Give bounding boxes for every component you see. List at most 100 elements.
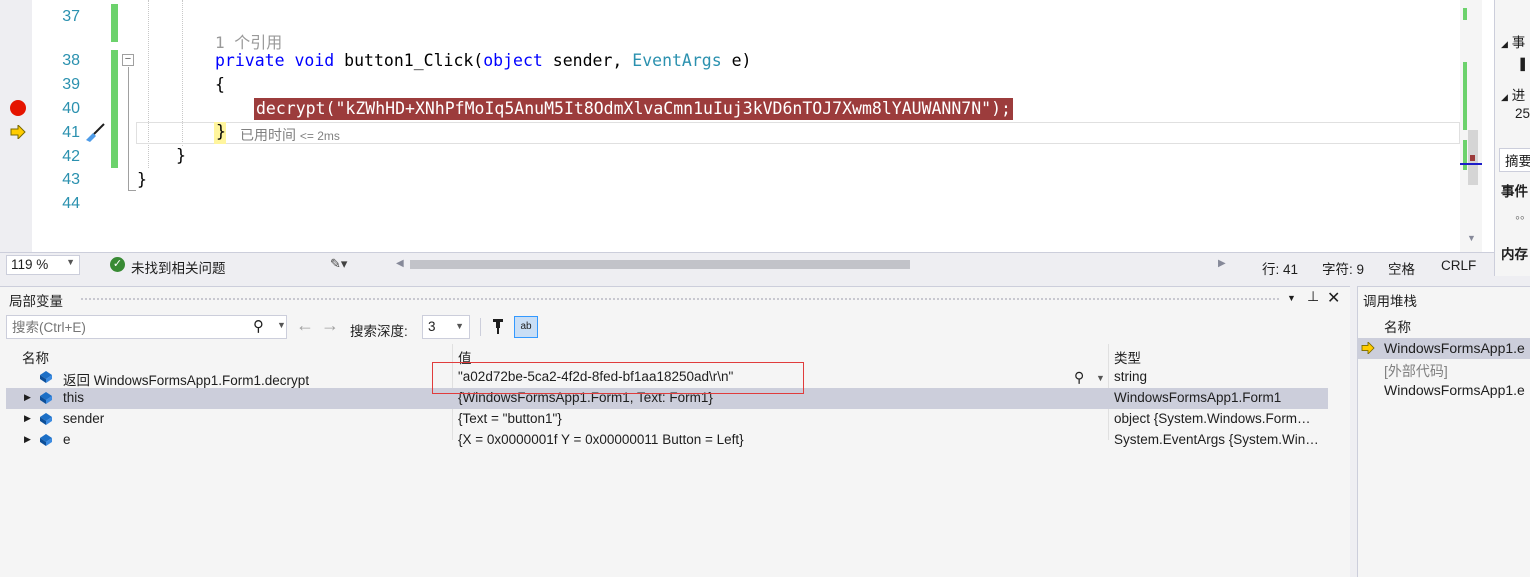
zoom-dropdown[interactable]: 119 % ▼ xyxy=(6,255,80,275)
search-input[interactable] xyxy=(7,316,247,338)
variable-name: 返回 WindowsFormsApp1.Form1.decrypt xyxy=(63,373,310,388)
close-brace-method: } xyxy=(216,122,226,141)
field-icon xyxy=(40,434,52,446)
collapse-toggle[interactable]: − xyxy=(122,54,134,66)
line-number: 42 xyxy=(62,148,80,165)
stack-frame-label: WindowsFormsApp1.e xyxy=(1384,340,1525,356)
chevron-down-icon[interactable]: ▼ xyxy=(277,320,286,330)
scroll-down-arrow-icon[interactable]: ▼ xyxy=(1467,233,1476,243)
search-depth-dropdown[interactable]: 3 ▼ xyxy=(422,315,470,339)
close-icon[interactable]: ✕ xyxy=(1327,288,1340,308)
stack-frame[interactable]: WindowsFormsApp1.e xyxy=(1358,380,1530,401)
variable-type: System.EventArgs {System.Win… xyxy=(1114,432,1319,447)
method-name: button1_Click( xyxy=(344,51,484,70)
outline-line xyxy=(128,67,129,191)
hex-display-toggle-icon[interactable]: ab xyxy=(514,316,538,338)
panel-drag-grip[interactable] xyxy=(80,297,1280,302)
scroll-left-arrow-icon[interactable]: ◀ xyxy=(396,258,404,269)
code-editor[interactable]: 37 38 39 40 41 42 43 44 − 1 个引用 private … xyxy=(0,0,1494,252)
locals-search[interactable]: ⚲ ▼ xyxy=(6,315,287,339)
field-icon xyxy=(40,392,52,404)
current-statement-arrow-icon xyxy=(10,125,26,139)
chevron-down-icon[interactable]: ▼ xyxy=(1096,373,1105,383)
variable-name: sender xyxy=(63,411,105,426)
editor-status-bar: 119 % ▼ ✓ 未找到相关问题 ✎▾ ◀ ▶ 行: 41 字符: 9 空格 C… xyxy=(0,252,1494,278)
type-eventargs: EventArgs xyxy=(632,51,722,70)
issues-status[interactable]: 未找到相关问题 xyxy=(131,257,226,277)
line-number: 38 xyxy=(62,52,80,69)
code-cleanup-brush-icon[interactable]: ✎▾ xyxy=(330,256,347,272)
expand-arrow-icon[interactable]: ▶ xyxy=(24,413,31,424)
scroll-right-arrow-icon[interactable]: ▶ xyxy=(1218,258,1226,269)
variable-type: WindowsFormsApp1.Form1 xyxy=(1114,390,1282,405)
window-options-chevron-icon[interactable]: ▼ xyxy=(1287,293,1296,303)
check-icon: ✓ xyxy=(110,257,125,272)
codelens-references[interactable]: 1 个引用 xyxy=(215,29,282,53)
perf-tip[interactable]: 已用时间 <= 2ms xyxy=(240,125,340,145)
chevron-down-icon: ▼ xyxy=(455,321,464,331)
memory-section[interactable]: 内存 xyxy=(1501,243,1528,263)
quick-actions-brush-icon[interactable] xyxy=(84,123,106,143)
call-stack-title: 调用堆栈 xyxy=(1363,294,1417,309)
change-bar xyxy=(111,50,118,168)
stack-frame-label: [外部代码] xyxy=(1384,363,1448,379)
more-icon[interactable]: ◦◦ xyxy=(1515,210,1525,225)
value-highlight-box xyxy=(432,362,804,394)
search-icon[interactable]: ⚲ xyxy=(253,317,264,335)
variable-value[interactable]: {X = 0x0000001f Y = 0x00000011 Button = … xyxy=(458,432,744,447)
events-section[interactable]: ◢ 事 xyxy=(1501,31,1525,51)
variable-name: e xyxy=(63,432,71,447)
elapsed-label: 已用时间 xyxy=(240,127,296,143)
stack-frame-label: WindowsFormsApp1.e xyxy=(1384,382,1525,398)
field-icon xyxy=(40,413,52,425)
locals-window: 局部变量 ▼ ⊥ ✕ ⚲ ▼ ← → 搜索深度: 3▼ ab 名称 值 类型 返… xyxy=(0,286,1350,577)
pin-icon[interactable]: ⊥ xyxy=(1307,288,1319,305)
keyword-void: void xyxy=(294,51,335,70)
elapsed-value: <= 2ms xyxy=(299,129,340,143)
pin-filter-icon[interactable] xyxy=(490,317,508,335)
whitespace-indicator[interactable]: 空格 xyxy=(1388,258,1415,278)
variable-name: this xyxy=(63,390,85,405)
keyword-object: object xyxy=(483,51,543,70)
table-row[interactable]: ▶ e {X = 0x0000001f Y = 0x00000011 Butto… xyxy=(6,430,1328,451)
close-brace-class: } xyxy=(176,146,186,165)
column-header-name[interactable]: 名称 xyxy=(22,344,49,366)
breakpoint-statement[interactable]: decrypt("kZWhHD+XNhPfMoIq5AnuM5It8OdmXlv… xyxy=(254,98,1013,120)
call-stack-window: 调用堆栈 名称 WindowsFormsApp1.e [外部代码] Window… xyxy=(1357,286,1530,577)
vertical-scrollbar[interactable] xyxy=(1460,0,1482,252)
progress-section[interactable]: ◢ 进 xyxy=(1501,84,1525,104)
line-indicator[interactable]: 行: 41 xyxy=(1262,258,1298,278)
tab-summary[interactable]: 摘要 xyxy=(1499,148,1530,172)
return-value-icon xyxy=(40,371,52,383)
breakpoint-icon[interactable] xyxy=(10,100,26,116)
stack-frame[interactable]: WindowsFormsApp1.e xyxy=(1358,338,1530,359)
locals-title: 局部变量 xyxy=(9,294,63,309)
param-sender: sender, xyxy=(542,51,633,70)
pause-icon[interactable]: ❚❚ xyxy=(1517,56,1530,72)
search-forward-arrow-icon[interactable]: → xyxy=(321,315,339,336)
line-number: 37 xyxy=(62,8,80,25)
column-header-name[interactable]: 名称 xyxy=(1384,316,1411,336)
method-signature: private void button1_Click(object sender… xyxy=(215,51,751,70)
line-ending-indicator[interactable]: CRLF xyxy=(1441,258,1476,273)
table-row[interactable]: ▶ sender {Text = "button1"} object {Syst… xyxy=(6,409,1328,430)
text-visualizer-magnifier-icon[interactable]: ⚲ xyxy=(1074,369,1084,386)
diagnostic-tools-pane: ◢ 事 ❚❚ ◢ 进 25 摘要 事件 ◦◦ 内存 xyxy=(1494,0,1530,276)
column-header-type[interactable]: 类型 xyxy=(1114,344,1141,366)
keyword-private: private xyxy=(215,51,285,70)
line-number: 44 xyxy=(62,195,80,212)
char-indicator[interactable]: 字符: 9 xyxy=(1322,258,1364,278)
param-e: e) xyxy=(721,51,752,70)
search-depth-label: 搜索深度: xyxy=(350,324,408,339)
line-number: 39 xyxy=(62,76,80,93)
events-tab[interactable]: 事件 xyxy=(1501,180,1528,200)
search-back-arrow-icon[interactable]: ← xyxy=(296,315,314,336)
progress-value: 25 xyxy=(1515,106,1530,121)
expand-arrow-icon[interactable]: ▶ xyxy=(24,434,31,445)
expand-arrow-icon[interactable]: ▶ xyxy=(24,392,31,403)
variable-value[interactable]: {Text = "button1"} xyxy=(458,411,562,426)
open-brace: { xyxy=(215,75,225,94)
stack-frame[interactable]: [外部代码] xyxy=(1358,359,1530,380)
horizontal-scrollbar-thumb[interactable] xyxy=(410,260,910,269)
close-brace-namespace: } xyxy=(137,170,147,189)
